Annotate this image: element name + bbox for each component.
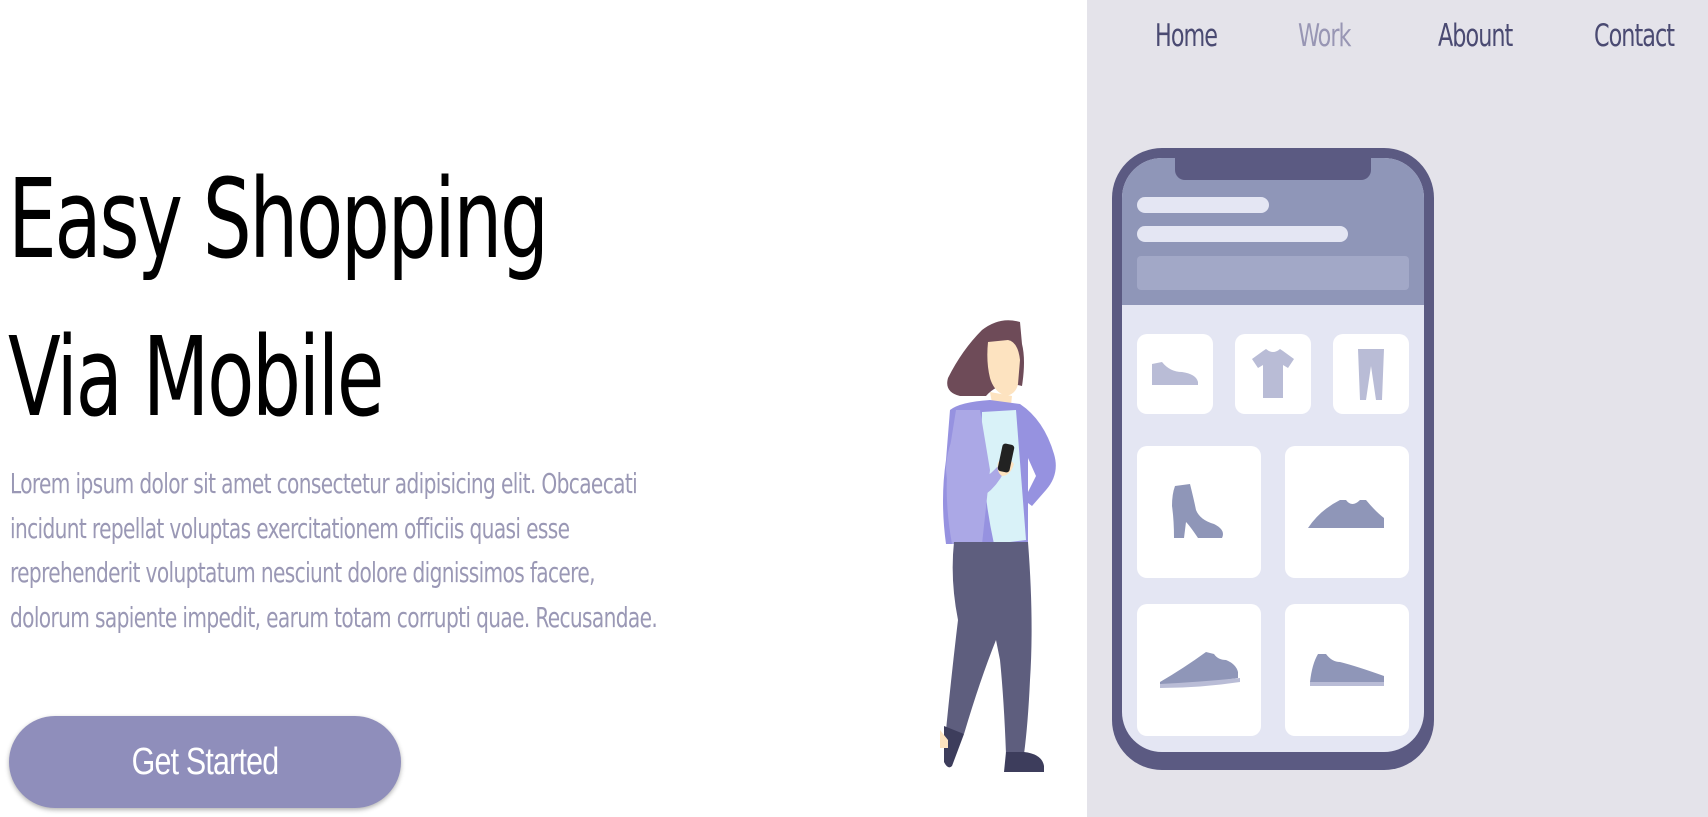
hero-title-line1: Easy Shopping [8,155,549,283]
nav-contact-link[interactable]: Contact [1594,18,1675,54]
get-started-label: Get Started [131,741,279,783]
nav-about-link[interactable]: Abount [1438,18,1513,54]
get-started-button[interactable]: Get Started [9,716,401,808]
right-panel [1087,0,1708,817]
hero-title-line2: Via Mobile [8,313,384,441]
nav-home-link[interactable]: Home [1155,18,1218,54]
nav-work-link[interactable]: Work [1298,18,1351,54]
woman-illustration [940,320,1056,772]
hero-description: Lorem ipsum dolor sit amet consectetur a… [10,467,658,634]
hero-title: Easy Shopping Via Mobile [8,140,549,456]
